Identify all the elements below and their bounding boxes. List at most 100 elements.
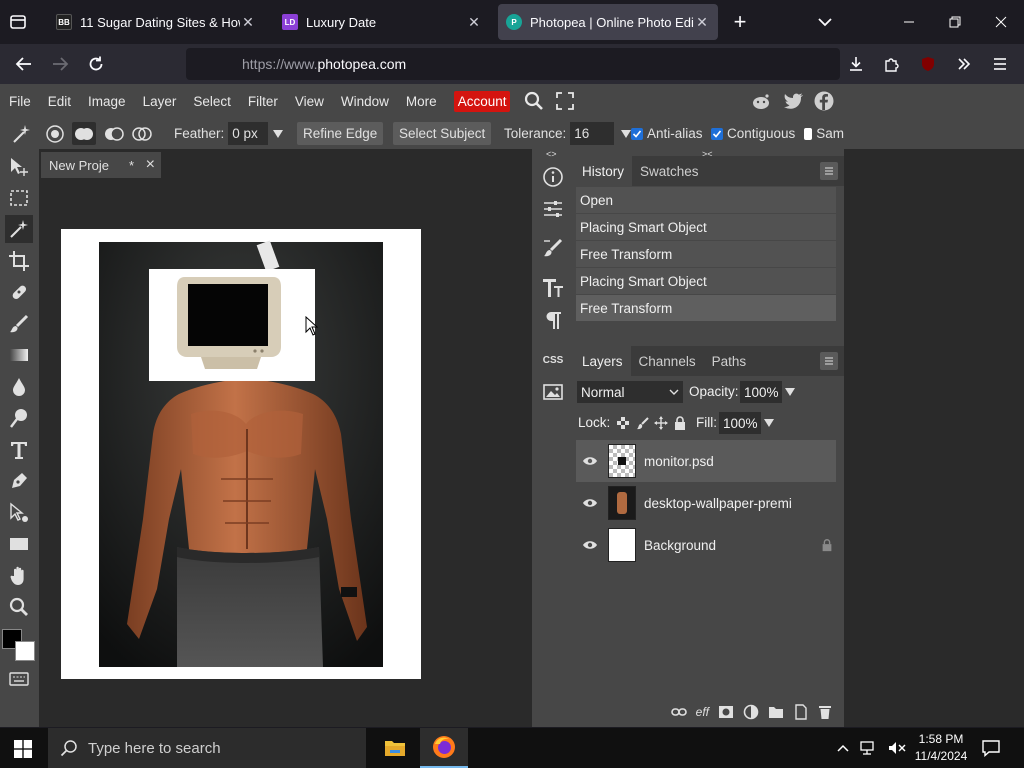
forward-arrow-icon[interactable]	[44, 48, 76, 80]
collapse-arrows-icon[interactable]: <>	[546, 149, 557, 159]
close-tab-icon[interactable]: ✕	[466, 14, 482, 30]
brush-tool-icon[interactable]	[5, 310, 33, 338]
tab-history[interactable]: History	[574, 156, 633, 186]
windows-start-icon[interactable]	[14, 740, 32, 758]
show-hidden-icons-chevron-icon[interactable]	[836, 743, 850, 753]
network-icon[interactable]	[860, 741, 878, 755]
new-folder-icon[interactable]	[768, 705, 784, 719]
hamburger-menu-icon[interactable]	[984, 48, 1016, 80]
document-tab[interactable]: New Proje * ×	[41, 152, 161, 178]
document-canvas[interactable]	[61, 229, 421, 679]
layer-effects-icon[interactable]: eff	[696, 705, 709, 719]
history-item[interactable]: Open	[576, 187, 836, 213]
tab-swatches[interactable]: Swatches	[632, 156, 707, 186]
magic-wand-tool-icon[interactable]	[10, 122, 32, 145]
volume-muted-icon[interactable]	[888, 741, 906, 755]
tab-layers[interactable]: Layers	[574, 346, 631, 376]
facebook-icon[interactable]	[814, 91, 834, 111]
firefox-taskbar-item[interactable]	[420, 728, 468, 768]
layer-mask-icon[interactable]	[718, 705, 734, 719]
healing-brush-tool-icon[interactable]	[5, 278, 33, 306]
restore-window-icon[interactable]	[932, 0, 978, 44]
back-arrow-icon[interactable]	[8, 48, 40, 80]
close-tab-icon[interactable]: ✕	[694, 14, 710, 30]
close-document-icon[interactable]: ×	[146, 156, 155, 174]
ublock-extension-icon[interactable]	[912, 48, 944, 80]
overflow-chevrons-icon[interactable]	[948, 48, 980, 80]
selection-add-icon[interactable]	[72, 122, 96, 145]
marquee-tool-icon[interactable]	[5, 184, 33, 212]
extensions-puzzle-icon[interactable]	[876, 48, 908, 80]
move-tool-icon[interactable]	[5, 153, 33, 181]
new-tab-icon[interactable]: +	[728, 9, 752, 34]
tab-paths[interactable]: Paths	[704, 346, 755, 376]
downloads-icon[interactable]	[840, 48, 872, 80]
sample-all-layers-checkbox[interactable]: Sam	[804, 122, 844, 145]
feather-dropdown-icon[interactable]	[272, 129, 284, 139]
minimize-window-icon[interactable]	[886, 0, 932, 44]
opacity-dropdown-icon[interactable]	[784, 387, 796, 397]
menu-more[interactable]: More	[406, 94, 437, 109]
menu-file[interactable]: File	[9, 94, 31, 109]
canvas-workspace[interactable]: New Proje * ×	[39, 149, 532, 727]
blur-tool-icon[interactable]	[5, 373, 33, 401]
lock-position-move-icon[interactable]	[654, 416, 668, 430]
panel-menu-icon[interactable]	[820, 352, 838, 370]
taskbar-clock[interactable]: 1:58 PM 11/4/2024	[906, 731, 976, 765]
browser-tab-photopea[interactable]: P Photopea | Online Photo Editor ✕	[498, 4, 718, 40]
tolerance-input[interactable]: 16	[570, 122, 615, 145]
keyboard-icon[interactable]	[5, 665, 33, 693]
info-icon[interactable]	[538, 162, 568, 192]
menu-layer[interactable]: Layer	[143, 94, 177, 109]
gradient-tool-icon[interactable]	[5, 341, 33, 369]
feather-input[interactable]: 0 px	[228, 122, 269, 145]
adjustments-sliders-icon[interactable]	[538, 194, 568, 224]
menu-window[interactable]: Window	[341, 94, 389, 109]
history-item[interactable]: Placing Smart Object	[576, 214, 836, 240]
tab-overflow-chevron-icon[interactable]	[814, 12, 838, 32]
image-icon[interactable]	[538, 377, 568, 407]
anti-alias-checkbox[interactable]: Anti-alias	[631, 122, 703, 145]
history-item[interactable]: Placing Smart Object	[576, 268, 836, 294]
brush-settings-icon[interactable]	[538, 233, 568, 263]
rectangle-tool-icon[interactable]	[5, 530, 33, 558]
reload-icon[interactable]	[80, 48, 112, 80]
link-layers-icon[interactable]	[670, 706, 687, 718]
character-text-icon[interactable]	[538, 273, 568, 303]
zoom-tool-icon[interactable]	[5, 593, 33, 621]
pen-tool-icon[interactable]	[5, 467, 33, 495]
close-tab-icon[interactable]: ✕	[240, 14, 256, 30]
select-subject-button[interactable]: Select Subject	[393, 122, 492, 145]
menu-filter[interactable]: Filter	[248, 94, 278, 109]
color-swatches[interactable]	[2, 627, 38, 663]
lock-pixels-brush-icon[interactable]	[636, 416, 650, 430]
layer-row[interactable]: desktop-wallpaper-premi	[576, 482, 836, 524]
background-color-swatch[interactable]	[15, 641, 35, 661]
panel-menu-icon[interactable]	[820, 162, 838, 180]
history-item[interactable]: Free Transform	[576, 241, 836, 267]
paragraph-icon[interactable]	[538, 305, 568, 335]
fill-input[interactable]: 100%	[719, 412, 761, 434]
path-selection-tool-icon[interactable]	[5, 499, 33, 527]
delete-layer-trash-icon[interactable]	[818, 704, 832, 720]
tab-channels[interactable]: Channels	[631, 346, 704, 376]
browser-tab-luxury-date[interactable]: LD Luxury Date ✕	[274, 4, 490, 40]
history-item[interactable]: Free Transform	[576, 295, 836, 321]
eye-visibility-icon[interactable]	[576, 455, 604, 467]
search-icon[interactable]	[524, 91, 544, 111]
adjustment-layer-icon[interactable]	[743, 704, 759, 720]
lock-transparency-icon[interactable]	[616, 416, 630, 430]
eye-visibility-icon[interactable]	[576, 539, 604, 551]
layer-row[interactable]: monitor.psd	[576, 440, 836, 482]
opacity-input[interactable]: 100%	[740, 381, 782, 403]
lock-all-icon[interactable]	[673, 415, 687, 431]
crop-tool-icon[interactable]	[5, 247, 33, 275]
fill-dropdown-icon[interactable]	[763, 418, 775, 428]
selection-new-icon[interactable]	[44, 122, 66, 145]
blend-mode-select[interactable]: Normal	[577, 381, 683, 403]
url-bar[interactable]: https://www. photopea.com	[186, 48, 840, 80]
twitter-icon[interactable]	[784, 92, 804, 110]
taskbar-search-box[interactable]: Type here to search	[48, 728, 366, 768]
reddit-icon[interactable]	[751, 92, 771, 110]
account-button[interactable]: Account	[453, 90, 511, 112]
